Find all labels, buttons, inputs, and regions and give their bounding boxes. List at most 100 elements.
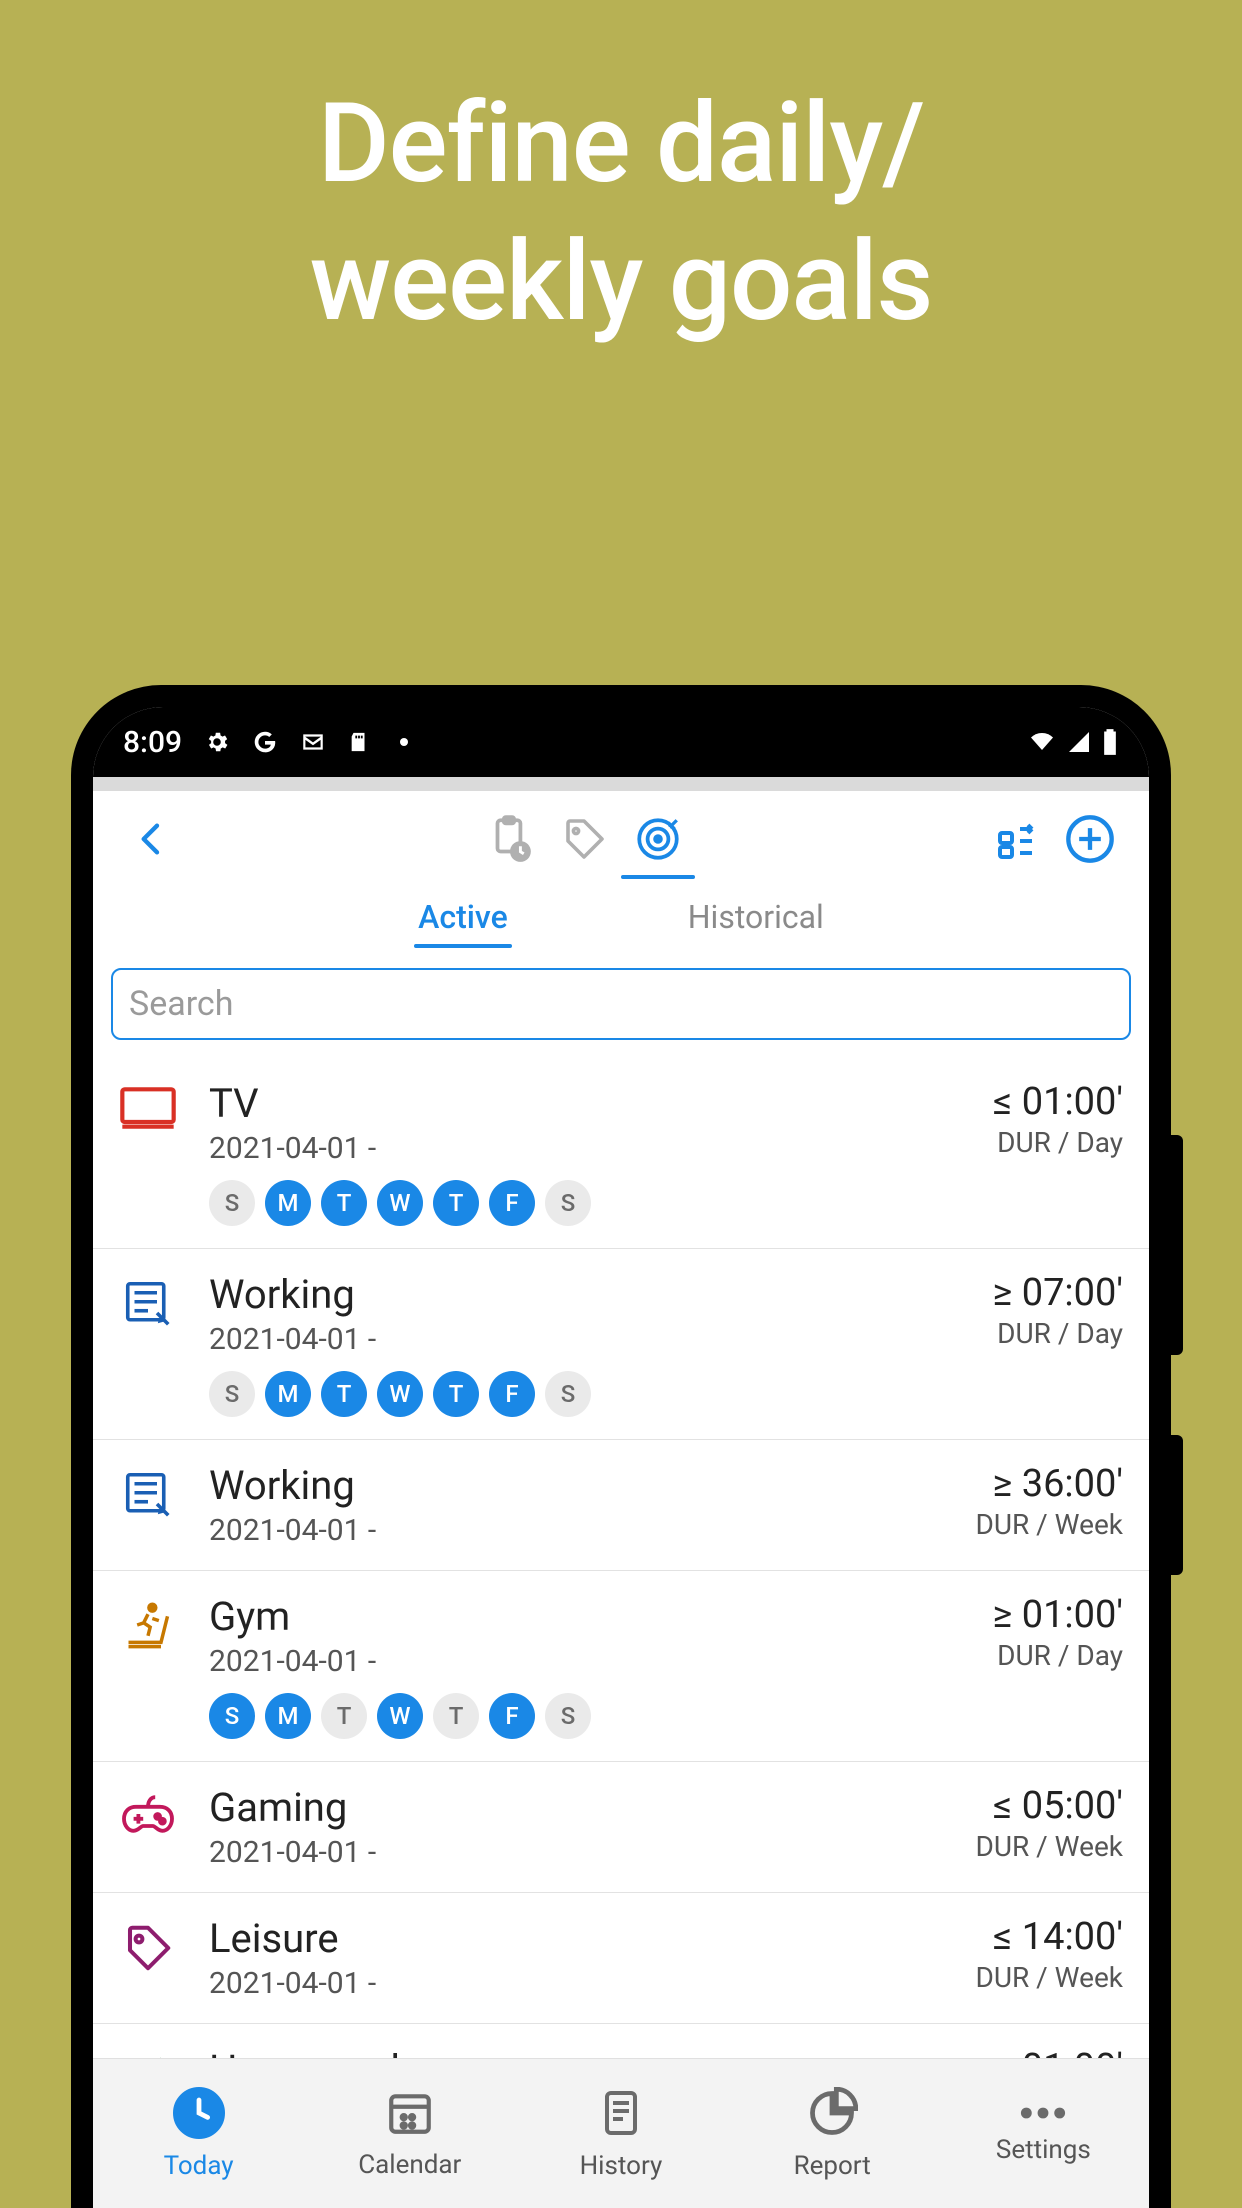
goal-unit: DUR / Week [913, 1508, 1123, 1541]
promo-title: Define daily/ weekly goals [310, 75, 933, 350]
day-pill: S [209, 1693, 255, 1739]
battery-icon [1101, 728, 1119, 756]
reorder-icon[interactable] [985, 808, 1047, 870]
segment-tabs: Active Historical [93, 886, 1149, 958]
goal-value: ≤ 01:00' [913, 1080, 1123, 1124]
broom-icon [113, 2046, 183, 2058]
goal-unit: DUR / Week [913, 1830, 1123, 1863]
dot-icon [400, 738, 408, 746]
card-top-edge [93, 777, 1149, 791]
goal-unit: DUR / Day [913, 1317, 1123, 1350]
days-row: SMTWTFS [209, 1180, 887, 1226]
treadmill-icon [113, 1593, 183, 1739]
day-pill: S [209, 1180, 255, 1226]
day-pill: T [433, 1693, 479, 1739]
goal-value: ≤ 05:00' [913, 1784, 1123, 1828]
bottom-nav-label: Today [164, 2151, 234, 2181]
search-input[interactable] [111, 968, 1131, 1040]
screen: 8:09 [93, 707, 1149, 2208]
goal-date: 2021-04-01 - [209, 1322, 887, 1357]
gear-icon [204, 729, 230, 755]
phone-frame: 8:09 [71, 685, 1171, 2208]
day-pill: S [545, 1693, 591, 1739]
bottom-nav-today[interactable]: Today [93, 2087, 304, 2181]
day-pill: T [321, 1180, 367, 1226]
bottom-nav-label: Report [794, 2151, 871, 2181]
bottom-nav-label: History [580, 2151, 663, 2181]
day-pill: M [265, 1371, 311, 1417]
goal-item[interactable]: Gym 2021-04-01 - SMTWTFS ≥ 01:00' DUR / … [93, 1571, 1149, 1762]
goal-value: ≥ 01:00' [913, 1593, 1123, 1637]
bottom-nav-label: Calendar [358, 2150, 461, 2180]
google-g-icon [252, 729, 278, 755]
goal-value: ≤ 14:00' [913, 1915, 1123, 1959]
days-row: SMTWTFS [209, 1693, 887, 1739]
day-pill: F [489, 1180, 535, 1226]
add-button[interactable] [1059, 808, 1121, 870]
day-pill: W [377, 1180, 423, 1226]
day-pill: F [489, 1693, 535, 1739]
note-icon [113, 1271, 183, 1417]
tag-icon [113, 1915, 183, 2001]
goals-list[interactable]: TV 2021-04-01 - SMTWTFS ≤ 01:00' DUR / D… [93, 1058, 1149, 2058]
day-pill: S [545, 1180, 591, 1226]
goal-title: Working [209, 1271, 887, 1318]
bottom-nav-calendar[interactable]: Calendar [304, 2088, 515, 2180]
mail-icon [300, 729, 326, 755]
bottom-nav-label: Settings [996, 2135, 1091, 2165]
goal-unit: DUR / Week [913, 1961, 1123, 1994]
dots-icon [1018, 2103, 1068, 2127]
history-icon [597, 2087, 645, 2143]
day-pill: W [377, 1693, 423, 1739]
day-pill: M [265, 1180, 311, 1226]
goal-value: ≥ 01:00' [913, 2046, 1123, 2058]
days-row: SMTWTFS [209, 1371, 887, 1417]
goal-title: Gym [209, 1593, 887, 1640]
goal-item[interactable]: Working 2021-04-01 - ≥ 36:00' DUR / Week [93, 1440, 1149, 1571]
goal-item[interactable]: Leisure 2021-04-01 - ≤ 14:00' DUR / Week [93, 1893, 1149, 2024]
goal-title: Working [209, 1462, 887, 1509]
goal-title: Gaming [209, 1784, 887, 1831]
tv-icon [113, 1080, 183, 1226]
goal-title: TV [209, 1080, 887, 1127]
day-pill: T [433, 1180, 479, 1226]
status-bar: 8:09 [93, 707, 1149, 777]
goal-date: 2021-04-01 - [209, 1131, 887, 1166]
goal-item[interactable]: TV 2021-04-01 - SMTWTFS ≤ 01:00' DUR / D… [93, 1058, 1149, 1249]
gamepad-icon [113, 1784, 183, 1870]
tag-icon[interactable] [553, 808, 615, 870]
toolbar [93, 791, 1149, 886]
status-time: 8:09 [123, 725, 182, 760]
sd-card-icon [348, 729, 370, 755]
clock-icon [173, 2087, 225, 2143]
tab-historical[interactable]: Historical [688, 898, 824, 946]
calendar-icon [385, 2088, 435, 2142]
bottom-nav-settings[interactable]: Settings [938, 2103, 1149, 2165]
day-pill: S [209, 1371, 255, 1417]
goal-date: 2021-04-01 - [209, 1644, 887, 1679]
target-icon[interactable] [627, 808, 689, 870]
goal-title: Leisure [209, 1915, 887, 1962]
back-button[interactable] [121, 808, 183, 870]
tab-active[interactable]: Active [418, 898, 508, 946]
goal-date: 2021-04-01 - [209, 1966, 887, 2001]
bottom-nav-report[interactable]: Report [727, 2087, 938, 2181]
goal-item[interactable]: Working 2021-04-01 - SMTWTFS ≥ 07:00' DU… [93, 1249, 1149, 1440]
goal-item[interactable]: Gaming 2021-04-01 - ≤ 05:00' DUR / Week [93, 1762, 1149, 1893]
signal-icon [1067, 730, 1091, 754]
day-pill: M [265, 1693, 311, 1739]
goal-value: ≥ 36:00' [913, 1462, 1123, 1506]
goal-unit: DUR / Day [913, 1639, 1123, 1672]
day-pill: T [433, 1371, 479, 1417]
goal-item[interactable]: Housework 2021-04-01 - Everyday ≥ 01:00'… [93, 2024, 1149, 2058]
goal-date: 2021-04-01 - [209, 1835, 887, 1870]
report-icon [806, 2087, 858, 2143]
day-pill: S [545, 1371, 591, 1417]
goal-value: ≥ 07:00' [913, 1271, 1123, 1315]
day-pill: W [377, 1371, 423, 1417]
toolbar-active-underline [621, 875, 695, 879]
clipboard-clock-icon[interactable] [479, 808, 541, 870]
day-pill: T [321, 1693, 367, 1739]
goal-unit: DUR / Day [913, 1126, 1123, 1159]
bottom-nav-history[interactable]: History [515, 2087, 726, 2181]
